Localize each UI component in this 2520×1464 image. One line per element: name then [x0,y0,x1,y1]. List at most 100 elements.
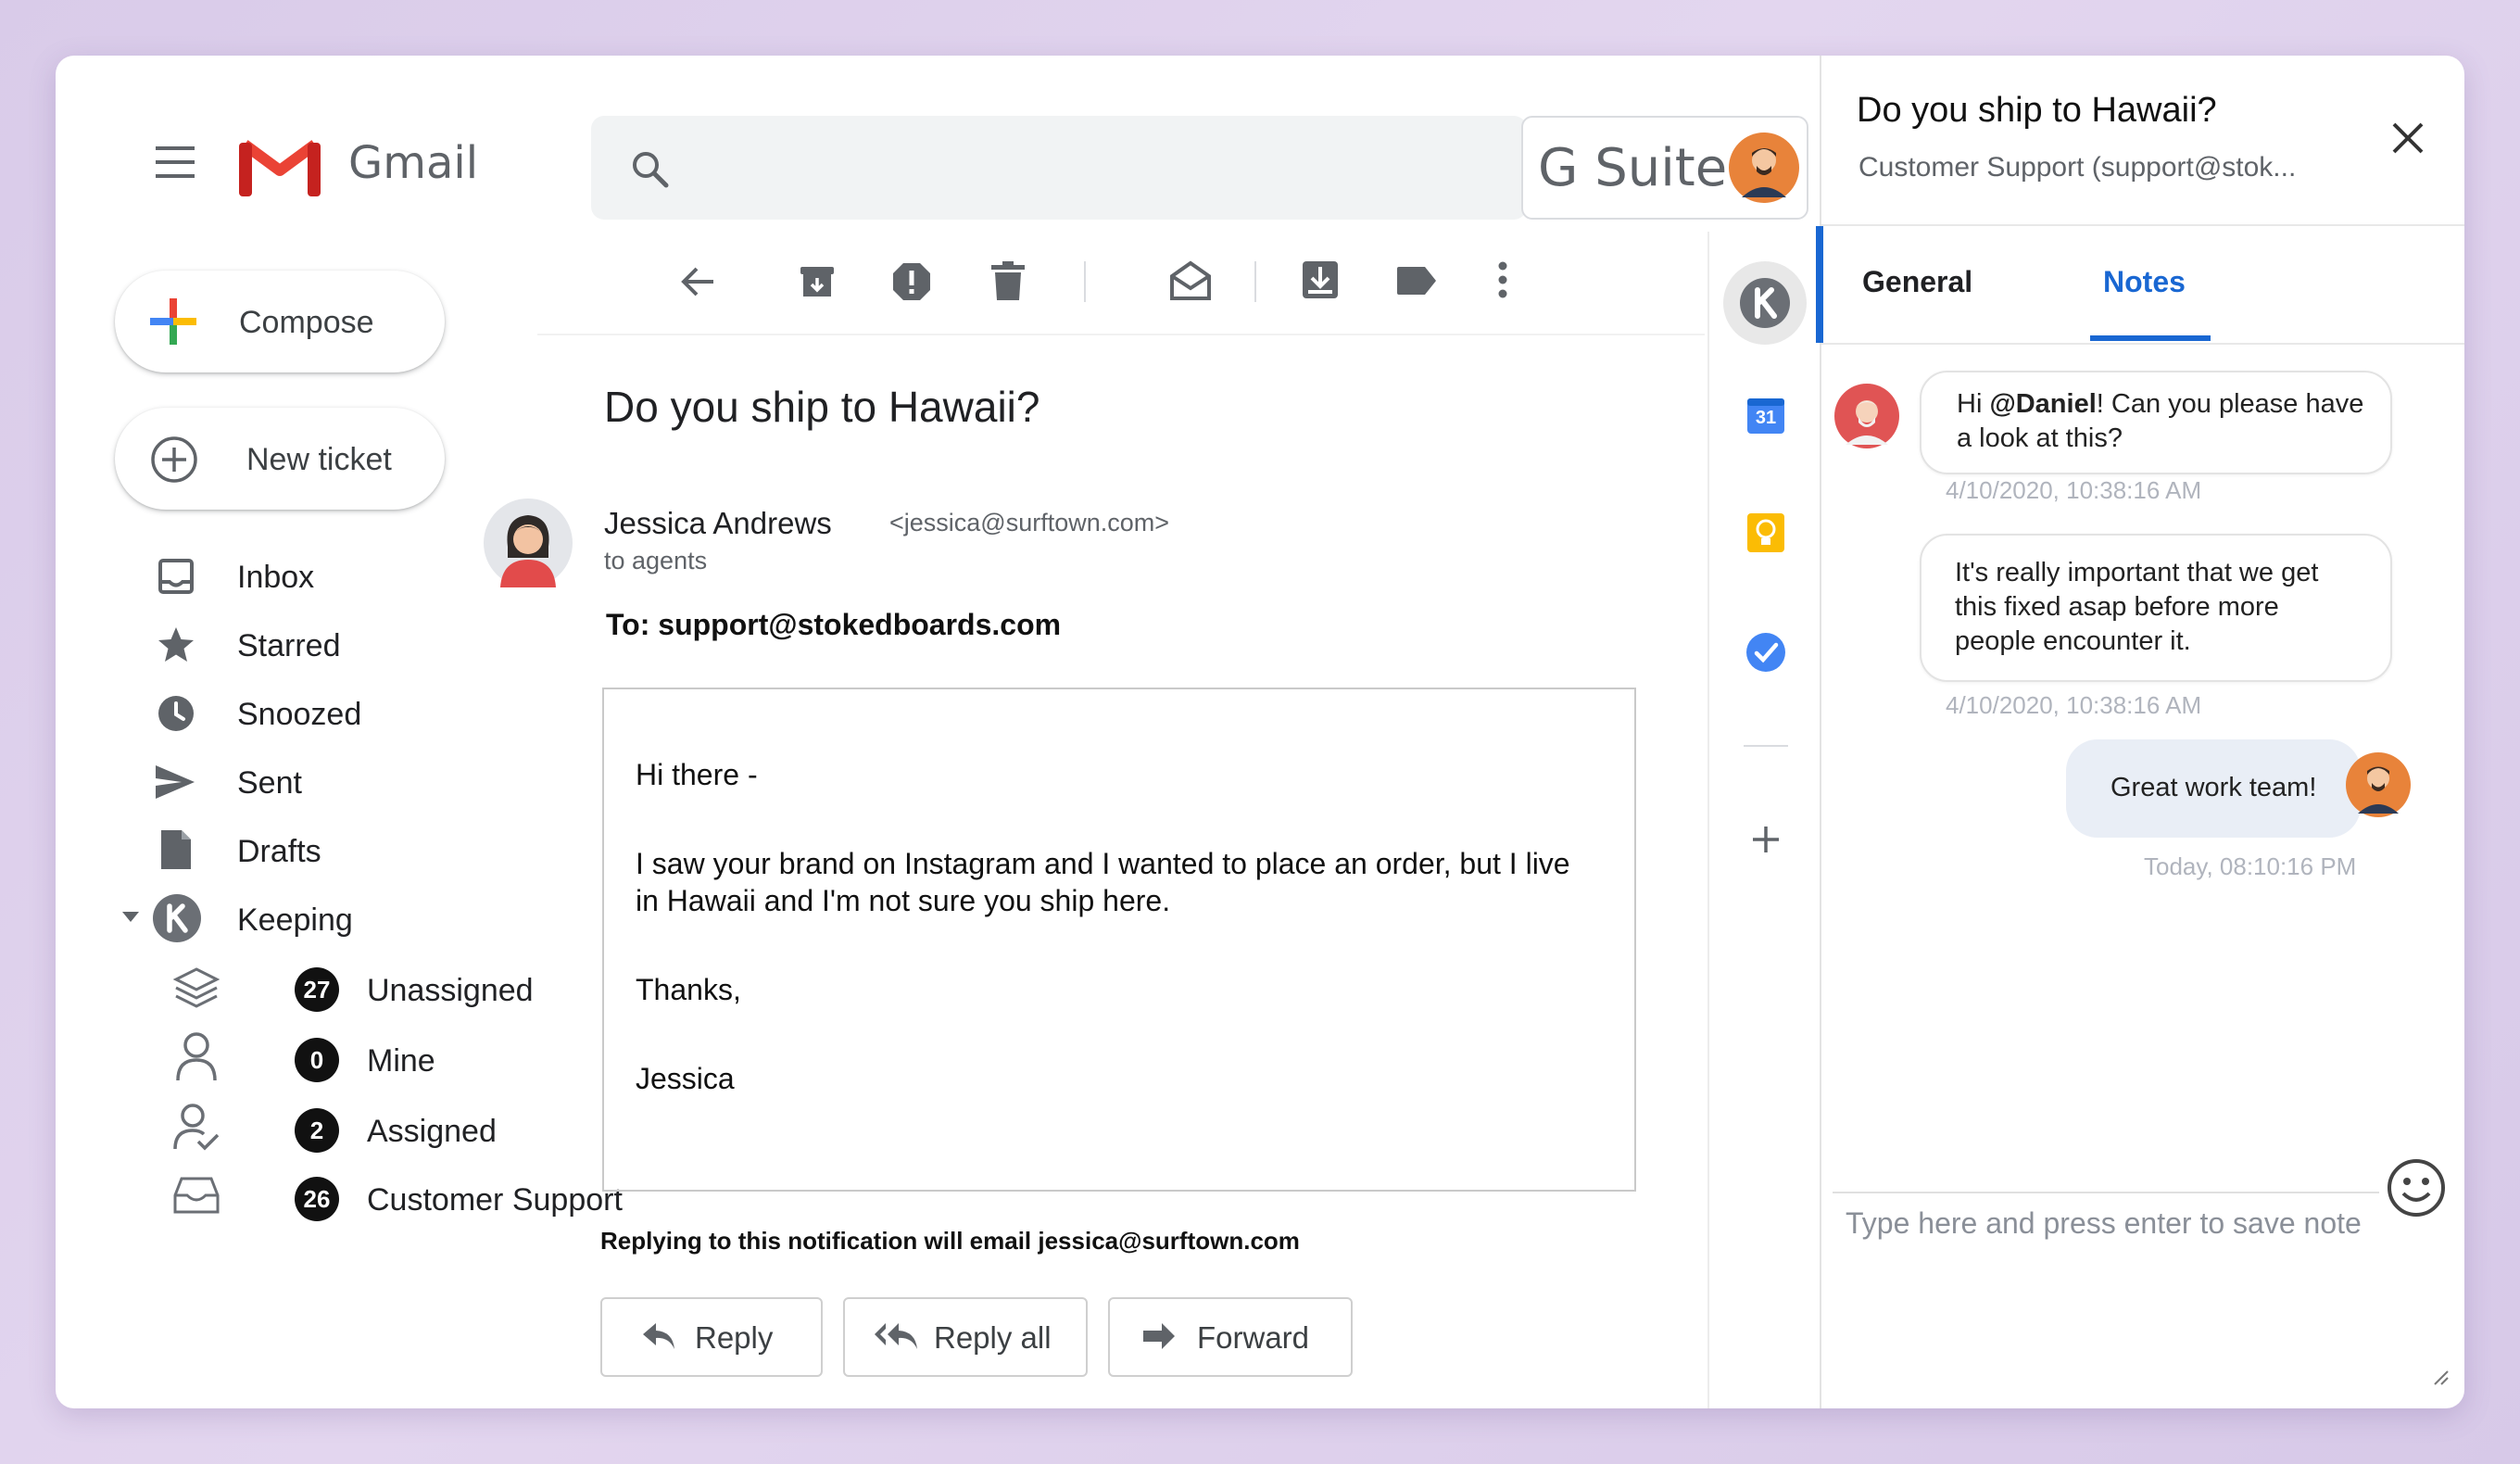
note-text-line-1: Hi @Daniel! Can you please have [1957,387,2363,422]
nav-item-keeping[interactable]: Keeping [120,890,593,947]
body-greeting: Hi there - [636,758,758,791]
account-avatar[interactable] [1729,133,1799,203]
gsuite-label: G Suite [1538,138,1728,198]
keeping-addon-icon[interactable] [1723,261,1807,345]
keeping-label-unassigned: Unassigned [367,973,534,1008]
note-text-line-2: a look at this? [1957,423,2123,453]
reply-all-icon [873,1321,919,1356]
sender-avatar[interactable] [484,499,573,587]
input-divider [1833,1192,2379,1193]
email-subject: Do you ship to Hawaii? [604,383,1040,431]
more-vert-icon[interactable] [1497,261,1508,303]
search-bar[interactable] [591,116,1527,220]
reply-all-button[interactable]: Reply all [843,1297,1088,1377]
gsuite-account-box[interactable]: G Suite [1521,116,1808,220]
clock-icon [156,693,196,738]
forward-button[interactable]: Forward [1108,1297,1353,1377]
gmail-wordmark: Gmail [348,137,479,189]
recipient-line: To: support@stokedboards.com [606,608,1062,641]
note-timestamp: 4/10/2020, 10:38:16 AM [1946,476,2202,504]
panel-title: Do you ship to Hawaii? [1857,91,2217,130]
body-paragraph-line-1: I saw your brand on Instagram and I want… [636,847,1570,880]
note-text: Great work team! [2110,773,2317,802]
keeping-item-customer-support[interactable]: 26 Customer Support [167,1167,630,1225]
new-ticket-label: New ticket [246,442,392,477]
note-text-rest: ! Can you please have [2096,389,2364,419]
person-icon [174,1030,219,1087]
body-thanks: Thanks, [636,973,741,1006]
panel-tabs: General Notes [1816,224,2464,345]
note-timestamp: Today, 08:10:16 PM [2144,852,2357,880]
delete-icon[interactable] [991,261,1025,305]
resize-handle-icon[interactable] [2433,1369,2450,1391]
person-check-icon [172,1101,220,1157]
keeping-label-assigned: Assigned [367,1114,497,1149]
count-badge: 27 [295,967,339,1012]
nav-item-drafts[interactable]: Drafts [148,823,593,878]
note-text-line-1: It's really important that we get [1955,558,2319,587]
move-to-icon[interactable] [1301,259,1340,305]
forward-label: Forward [1197,1320,1310,1355]
keeping-logo-icon [152,893,202,948]
label-icon[interactable] [1395,265,1438,301]
compose-button[interactable]: Compose [115,271,445,372]
nav-item-starred[interactable]: Starred [148,617,593,673]
panel-subtitle: Customer Support (support@stok... [1858,152,2297,183]
back-arrow-icon[interactable] [680,263,717,305]
add-circle-icon [150,435,198,484]
reply-all-label: Reply all [934,1320,1052,1355]
nav-label-inbox: Inbox [237,560,315,595]
expand-arrow-icon[interactable] [120,910,141,929]
inbox-tray-icon [172,1175,220,1220]
count-badge: 26 [295,1177,339,1221]
add-addon-icon[interactable] [1751,825,1781,859]
nav-item-snoozed[interactable]: Snoozed [148,686,593,741]
tab-notes[interactable]: Notes [2103,265,2186,299]
sender-email: <jessica@surftown.com> [889,509,1170,536]
nav-label-keeping: Keeping [237,902,353,938]
toolbar-divider [1254,261,1256,302]
toolbar [537,232,1705,335]
compose-label: Compose [239,305,374,340]
close-icon[interactable] [2390,120,2426,160]
new-ticket-button[interactable]: New ticket [115,408,445,510]
recipient-summary[interactable]: to agents [604,547,707,575]
tasks-icon[interactable] [1745,632,1786,677]
mark-unread-icon[interactable] [1169,259,1212,305]
keep-bulb-icon[interactable] [1747,513,1784,557]
draft-icon [159,828,193,876]
compose-plus-icon [150,298,196,345]
layers-icon [172,965,220,1015]
tab-indicator-left [1816,226,1823,343]
keeping-item-mine[interactable]: 0 Mine [167,1029,611,1086]
search-icon[interactable] [630,149,669,188]
nav-item-sent[interactable]: Sent [148,754,593,810]
send-icon [154,762,196,807]
search-input[interactable] [684,140,1503,197]
keeping-item-unassigned[interactable]: 27 Unassigned [167,960,611,1017]
calendar-day: 31 [1755,408,1777,428]
note-input[interactable] [1844,1205,2450,1394]
star-icon [156,625,196,670]
toolbar-divider [1084,261,1086,302]
main-menu-icon[interactable] [156,146,195,178]
nav-label-snoozed: Snoozed [237,697,362,732]
reply-button[interactable]: Reply [600,1297,823,1377]
body-paragraph-line-2: in Hawaii and I'm not sure you ship here… [636,884,1171,917]
archive-icon[interactable] [799,263,836,305]
count-badge: 2 [295,1108,339,1153]
self-avatar [2346,752,2411,817]
sender-name: Jessica Andrews [604,506,832,540]
note-text-pre: Hi [1957,389,1990,419]
nav-label-starred: Starred [237,628,341,663]
keeping-label-customer-support: Customer Support [367,1182,623,1218]
note-timestamp: 4/10/2020, 10:38:16 AM [1946,691,2202,719]
nav-label-sent: Sent [237,765,302,801]
keeping-item-assigned[interactable]: 2 Assigned [167,1099,611,1156]
note-text-line-3: people encounter it. [1955,626,2191,656]
calendar-icon[interactable]: 31 [1747,395,1784,434]
report-spam-icon[interactable] [891,261,932,307]
mention-tag[interactable]: @Daniel [1989,389,2096,419]
gmail-logo-icon[interactable] [239,137,321,196]
tab-general[interactable]: General [1862,265,1972,299]
